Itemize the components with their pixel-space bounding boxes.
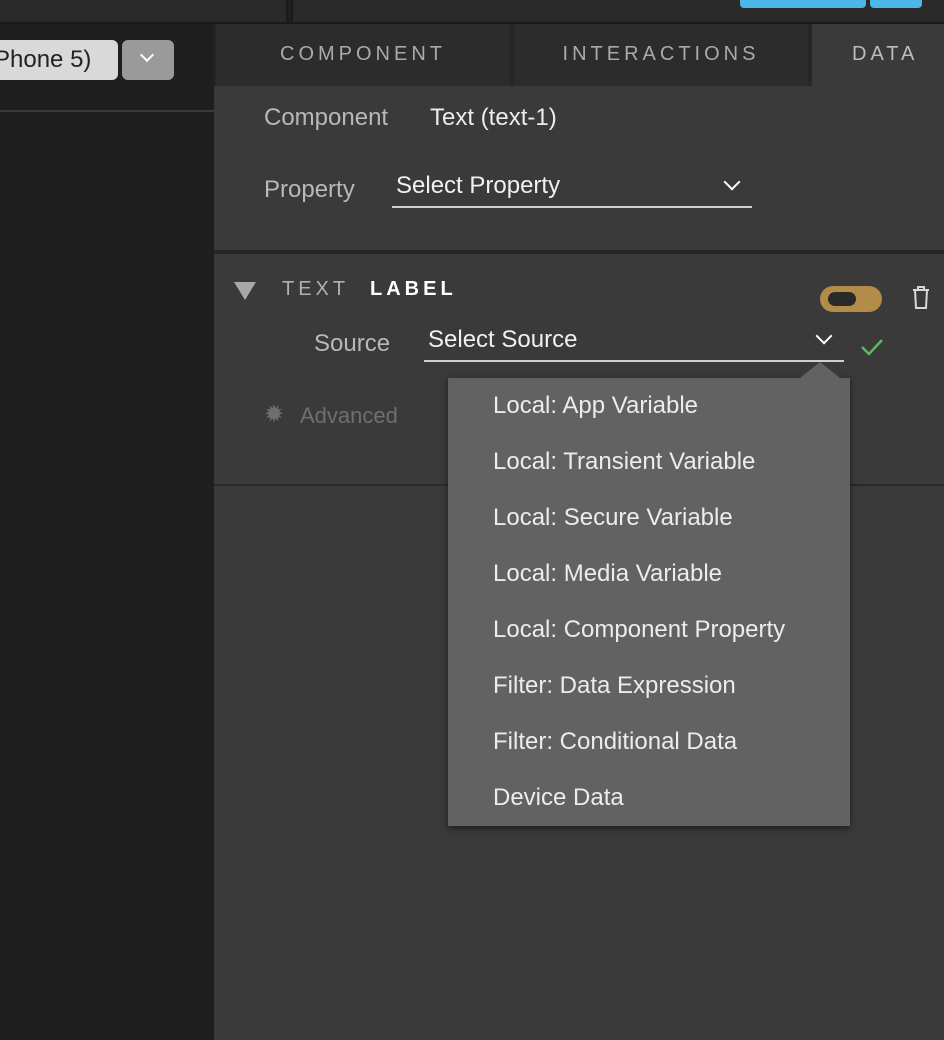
gear-icon[interactable]: ✹ (264, 400, 284, 429)
source-select-value: Select Source (428, 326, 578, 353)
divider (0, 110, 214, 112)
section-title-prefix: TEXT (282, 278, 350, 300)
top-toolbar (0, 0, 944, 24)
source-option[interactable]: Local: App Variable (493, 392, 698, 420)
panel-tabs: COMPONENT INTERACTIONS DATA (214, 24, 944, 86)
source-option[interactable]: Local: Transient Variable (493, 448, 755, 476)
trash-icon[interactable] (910, 284, 932, 310)
chevron-down-icon (139, 47, 155, 63)
toolbar-divider (290, 0, 293, 22)
device-dropdown-button[interactable] (122, 40, 174, 80)
source-option[interactable]: Local: Component Property (493, 616, 785, 644)
source-option[interactable]: Local: Secure Variable (493, 504, 733, 532)
source-option[interactable]: Filter: Conditional Data (493, 728, 737, 756)
toolbar-divider (286, 0, 289, 22)
advanced-link[interactable]: Advanced (300, 403, 398, 429)
source-option[interactable]: Filter: Data Expression (493, 672, 736, 700)
device-select-label: Phone 5) (0, 46, 92, 73)
binding-toggle[interactable] (820, 286, 882, 312)
source-dropdown-menu: Local: App Variable Local: Transient Var… (448, 362, 850, 826)
component-value: Text (text-1) (430, 104, 557, 131)
chevron-down-icon (815, 327, 833, 345)
property-select-value: Select Property (396, 172, 561, 199)
section-divider (214, 250, 944, 254)
tab-component[interactable]: COMPONENT (216, 24, 510, 86)
section-title: LABEL (370, 278, 457, 300)
tab-interactions[interactable]: INTERACTIONS (514, 24, 808, 86)
device-select[interactable]: Phone 5) (0, 40, 118, 80)
primary-action-button[interactable] (740, 0, 866, 8)
source-option[interactable]: Local: Media Variable (493, 560, 722, 588)
dropdown-caret (800, 362, 840, 378)
component-label: Component (264, 104, 389, 131)
canvas-pane: Phone 5) (0, 24, 214, 1040)
tab-data[interactable]: DATA (812, 24, 944, 86)
property-label: Property (264, 176, 355, 203)
collapse-triangle-icon[interactable] (234, 282, 256, 300)
source-label: Source (314, 330, 391, 357)
chevron-down-icon (723, 173, 741, 191)
source-select[interactable]: Select Source (424, 326, 844, 362)
source-option[interactable]: Device Data (493, 784, 624, 812)
primary-action-menu-button[interactable] (870, 0, 922, 8)
check-icon[interactable] (860, 334, 884, 358)
toggle-knob (828, 292, 856, 306)
property-select[interactable]: Select Property (392, 172, 752, 208)
